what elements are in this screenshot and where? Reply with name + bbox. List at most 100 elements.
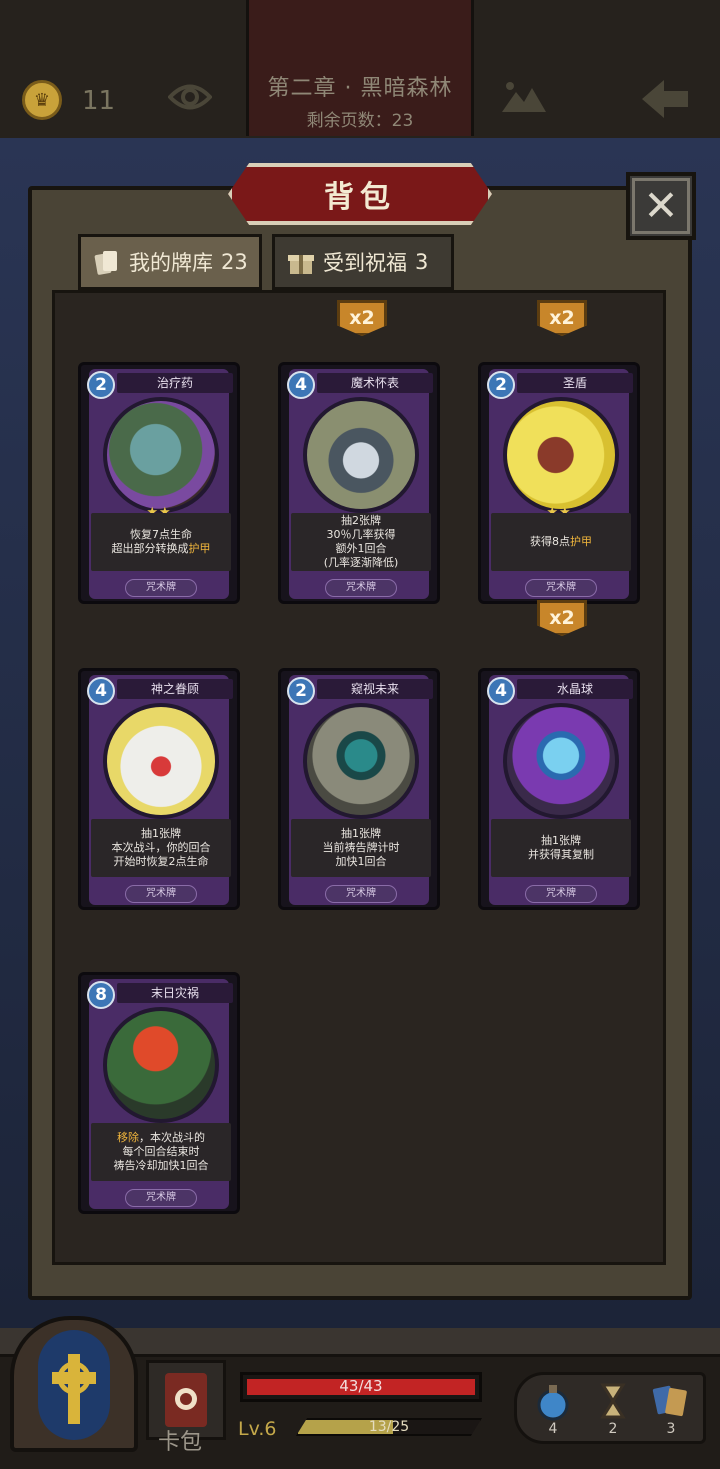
back-arrow-icon[interactable] (638, 76, 692, 122)
tab-count: 23 (221, 250, 248, 274)
close-icon: ✕ (643, 181, 679, 230)
card-cost: 8 (87, 981, 115, 1009)
spellbook-icon (165, 1373, 207, 1427)
eye-icon[interactable] (168, 80, 212, 114)
map-icon[interactable] (498, 78, 550, 118)
panel-title: 背包 (324, 180, 396, 215)
card-description-line: 本次战斗，你的回合 (111, 841, 211, 854)
card-description: 抽1张牌 本次战斗，你的回合 开始时恢复2点生命 (91, 819, 231, 877)
card-type: 咒术牌 (125, 885, 197, 903)
card-description-line: (几率逐渐降低) (323, 556, 399, 569)
spell-card[interactable]: 2圣盾★★获得8点护甲咒术牌 (478, 362, 640, 604)
tab-my-deck[interactable]: 我的牌库 23 (78, 234, 262, 290)
tab-label: 受到祝福 (323, 251, 407, 275)
card-description: 获得8点护甲 (491, 513, 631, 571)
shield-warrior-icon (503, 397, 619, 513)
zombie-alchemist-icon (103, 397, 219, 513)
hourglass-item[interactable]: 2 (591, 1381, 635, 1441)
card-description-line: 抽2张牌 (341, 514, 381, 527)
player-level: Lv.6 (238, 1418, 277, 1440)
card-description-line: 额外1回合 (335, 542, 387, 555)
doom-explosion-icon (103, 1007, 219, 1123)
card-description-line: 并获得其复制 (528, 848, 594, 861)
top-bar: ♛ 11 第二章 · 黑暗森林 剩余页数：23 (0, 0, 720, 141)
card-description-line: 移除，本次战斗的 (117, 1131, 205, 1144)
card-description-line: 超出部分转换成护甲 (111, 542, 211, 555)
tab-count: 3 (415, 250, 429, 274)
gift-box-icon (288, 255, 314, 274)
card-description: 抽1张牌 并获得其复制 (491, 819, 631, 877)
spell-card[interactable]: 2治疗药★★恢复7点生命超出部分转换成护甲咒术牌 (78, 362, 240, 604)
card-name: 治疗药 (117, 373, 233, 393)
angel-heart-icon (103, 703, 219, 819)
hourglass-icon (600, 1383, 626, 1419)
pages-remaining: 剩余页数：23 (306, 111, 414, 131)
card-name: 水晶球 (517, 679, 633, 699)
card-type: 咒术牌 (525, 579, 597, 597)
spell-card[interactable]: 8 末日灾祸移除，本次战斗的 每个回合结束时 祷告冷却加快1回合咒术牌 (78, 972, 240, 1214)
card-name: 圣盾 (517, 373, 633, 393)
card-description: 抽1张牌 当前祷告牌计时 加快1回合 (291, 819, 431, 877)
crystal-ball-icon (503, 703, 619, 819)
panel-title-banner: 背包 (228, 163, 492, 225)
tab-blessings[interactable]: 受到祝福 3 (272, 234, 454, 290)
card-cost: 4 (87, 677, 115, 705)
card-description-line: 获得8点护甲 (530, 535, 592, 548)
card-description-line: 每个回合结束时 (122, 1145, 200, 1158)
card-type: 咒术牌 (325, 579, 397, 597)
experience-text: 13/25 (368, 1419, 410, 1435)
card-description: 恢复7点生命 超出部分转换成护甲 (91, 513, 231, 571)
tab-label: 我的牌库 (129, 251, 213, 275)
chapter-title: 第二章 · 黑暗森林 (267, 76, 453, 101)
card-stack-icon (94, 251, 117, 275)
card-description: 移除，本次战斗的 每个回合结束时 祷告冷却加快1回合 (91, 1123, 231, 1181)
card-name: 窥视未来 (317, 679, 433, 699)
crown-coin-icon: ♛ (22, 80, 62, 120)
item-count: 4 (548, 1421, 558, 1437)
holy-cross-icon (38, 1330, 110, 1440)
deck-label: 卡包 (158, 1430, 203, 1455)
card-name: 末日灾祸 (117, 983, 233, 1003)
card-cost: 2 (487, 371, 515, 399)
close-button[interactable]: ✕ (626, 172, 696, 240)
card-description-line: 当前祷告牌计时 (322, 841, 400, 854)
card-name: 神之眷顾 (117, 679, 233, 699)
potion-icon (537, 1385, 569, 1421)
card-description-line: 祷告冷却加快1回合 (113, 1159, 209, 1172)
card-description-line: 抽1张牌 (141, 827, 181, 840)
card-description-line: 30％几率获得 (326, 528, 396, 541)
card-type: 咒术牌 (125, 1189, 197, 1207)
pocket-watch-icon (303, 397, 419, 513)
coin-count: 11 (82, 86, 116, 116)
consumables-box: 4 2 3 (514, 1372, 706, 1444)
item-count: 2 (608, 1421, 618, 1437)
card-cost: 2 (287, 677, 315, 705)
card-cost: 2 (87, 371, 115, 399)
card-description-line: 抽1张牌 (341, 827, 381, 840)
cards-item[interactable]: 3 (649, 1381, 693, 1441)
spell-card[interactable]: 2 窥视未来抽1张牌 当前祷告牌计时 加快1回合咒术牌 (278, 668, 440, 910)
card-name: 魔术怀表 (317, 373, 433, 393)
potion-item[interactable]: 4 (531, 1381, 575, 1441)
health-bar: 43/43 (240, 1372, 482, 1402)
item-count: 3 (666, 1421, 676, 1437)
card-description-line: 加快1回合 (335, 855, 387, 868)
card-description-line: 恢复7点生命 (130, 528, 192, 541)
experience-bar: 13/25 (296, 1418, 482, 1436)
health-text: 43/43 (339, 1377, 383, 1395)
card-cost: 4 (487, 677, 515, 705)
spell-card[interactable]: 4 水晶球抽1张牌 并获得其复制咒术牌 (478, 668, 640, 910)
vortex-staff-icon (303, 703, 419, 819)
spell-card[interactable]: 4 魔术怀表抽2张牌 30％几率获得 额外1回合 (几率逐渐降低) 咒术牌 (278, 362, 440, 604)
card-type: 咒术牌 (525, 885, 597, 903)
spell-card[interactable]: 4 神之眷顾抽1张牌 本次战斗，你的回合 开始时恢复2点生命咒术牌 (78, 668, 240, 910)
card-cost: 4 (287, 371, 315, 399)
card-type: 咒术牌 (325, 885, 397, 903)
card-description: 抽2张牌 30％几率获得 额外1回合 (几率逐渐降低) (291, 513, 431, 571)
cards-icon (652, 1385, 687, 1417)
card-description-line: 开始时恢复2点生命 (113, 855, 209, 868)
card-type: 咒术牌 (125, 579, 197, 597)
hero-portrait[interactable] (10, 1316, 138, 1452)
card-description-line: 抽1张牌 (541, 834, 581, 847)
chapter-plate: 第二章 · 黑暗森林 剩余页数：23 (246, 0, 474, 136)
